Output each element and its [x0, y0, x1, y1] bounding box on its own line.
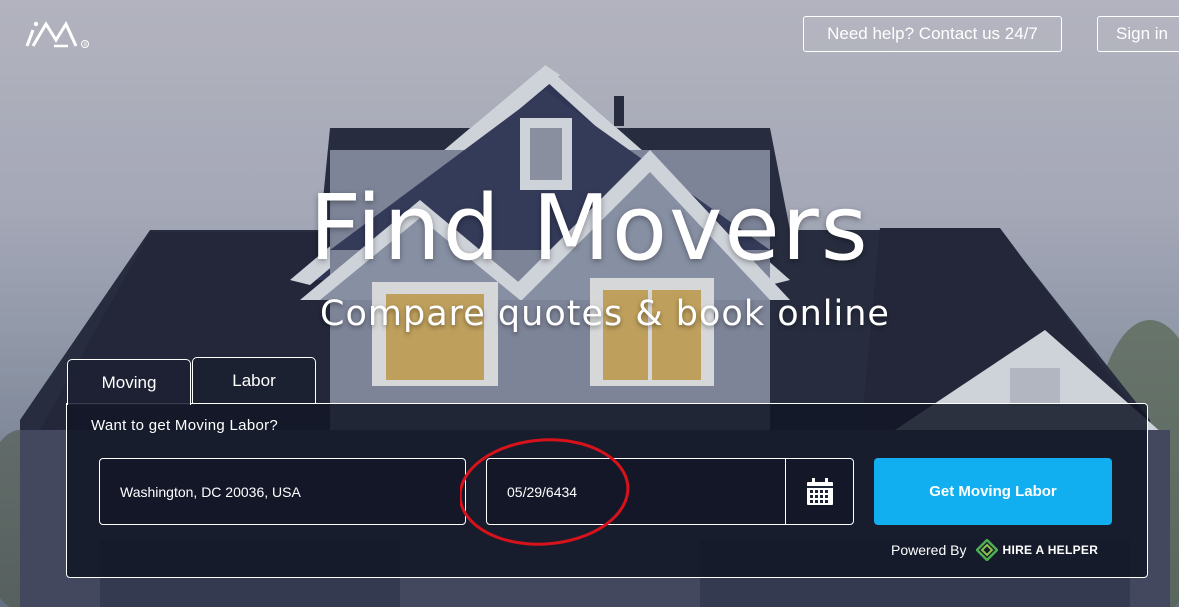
partner-name: HIRE A HELPER — [1002, 543, 1099, 557]
get-moving-labor-button[interactable]: Get Moving Labor — [874, 458, 1112, 525]
svg-text:R: R — [84, 42, 88, 48]
tab-labor[interactable]: Labor — [192, 357, 316, 403]
hire-a-helper-icon — [976, 539, 999, 561]
page-subtitle: Compare quotes & book online — [320, 294, 890, 334]
page-title: Find Movers — [309, 176, 870, 281]
date-input[interactable] — [486, 458, 786, 525]
calendar-icon — [806, 477, 833, 505]
tab-moving[interactable]: Moving — [67, 359, 191, 405]
calendar-button[interactable] — [785, 458, 854, 525]
im-logo-icon[interactable]: R — [24, 18, 94, 50]
address-input[interactable] — [99, 458, 466, 525]
powered-by-label: Powered By — [891, 542, 967, 558]
form-question: Want to get Moving Labor? — [91, 417, 279, 434]
sign-in-button[interactable]: Sign in — [1097, 16, 1179, 52]
contact-help-button[interactable]: Need help? Contact us 24/7 — [803, 16, 1062, 52]
hire-a-helper-logo[interactable]: HIRE A HELPER — [976, 539, 1098, 561]
powered-by: Powered By HIRE A HELPER — [891, 539, 1098, 561]
